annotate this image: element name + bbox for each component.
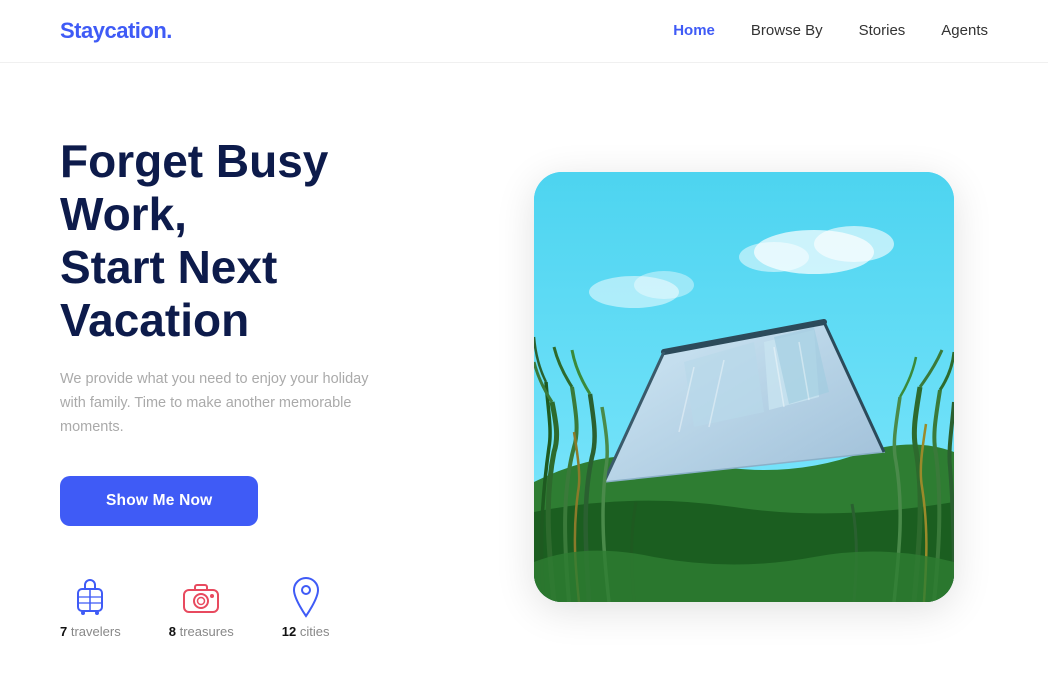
stat-travelers-label: 7 travelers xyxy=(60,624,121,639)
nav-item-agents[interactable]: Agents xyxy=(941,22,988,40)
stat-treasures: 8 treasures xyxy=(169,576,234,639)
nav-link-stories[interactable]: Stories xyxy=(859,22,906,39)
nav-link-agents[interactable]: Agents xyxy=(941,22,988,39)
nav-links: Home Browse By Stories Agents xyxy=(673,22,988,40)
logo-plain: cation. xyxy=(104,18,171,43)
hero-title: Forget Busy Work, Start Next Vacation xyxy=(60,135,460,347)
stat-travelers: 7 travelers xyxy=(60,576,121,639)
stat-treasures-text: treasures xyxy=(180,624,234,639)
nav-item-home[interactable]: Home xyxy=(673,22,715,40)
luggage-icon xyxy=(69,576,111,618)
nav-link-browse[interactable]: Browse By xyxy=(751,22,823,39)
stat-treasures-count: 8 xyxy=(169,624,176,639)
hero-section: Forget Busy Work, Start Next Vacation We… xyxy=(0,63,1048,691)
hero-image-area xyxy=(500,172,988,602)
hero-title-line2: Start Next Vacation xyxy=(60,241,277,346)
nav-item-stories[interactable]: Stories xyxy=(859,22,906,40)
logo-colored: Stay xyxy=(60,18,104,43)
stat-treasures-label: 8 treasures xyxy=(169,624,234,639)
navbar: Staycation. Home Browse By Stories Agent… xyxy=(0,0,1048,63)
hero-subtitle: We provide what you need to enjoy your h… xyxy=(60,368,380,440)
hero-image xyxy=(534,172,954,602)
show-me-button[interactable]: Show Me Now xyxy=(60,476,258,526)
nav-item-browse[interactable]: Browse By xyxy=(751,22,823,40)
stat-cities-text: cities xyxy=(300,624,330,639)
stats-row: 7 travelers xyxy=(60,576,460,639)
camera-icon xyxy=(180,576,222,618)
stat-cities-label: 12 cities xyxy=(282,624,330,639)
hero-title-line1: Forget Busy Work, xyxy=(60,135,328,240)
stat-cities-count: 12 xyxy=(282,624,296,639)
logo: Staycation. xyxy=(60,18,172,44)
stat-travelers-text: travelers xyxy=(71,624,121,639)
location-icon xyxy=(285,576,327,618)
nav-link-home[interactable]: Home xyxy=(673,22,715,39)
hero-content: Forget Busy Work, Start Next Vacation We… xyxy=(60,135,500,639)
stat-travelers-count: 7 xyxy=(60,624,67,639)
stat-cities: 12 cities xyxy=(282,576,330,639)
